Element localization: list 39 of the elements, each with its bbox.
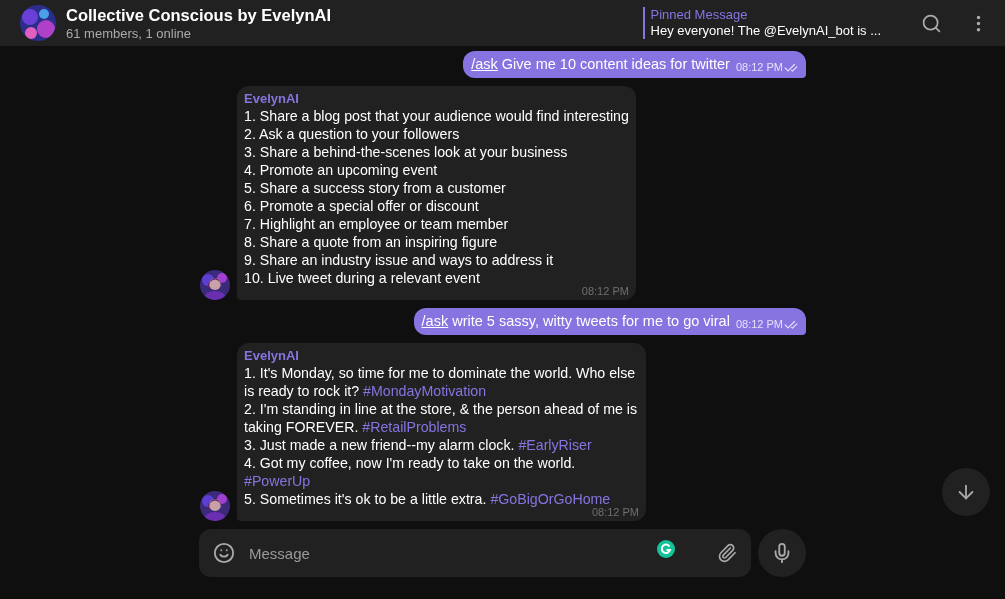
message-line: 7. Highlight an employee or team member xyxy=(244,215,510,233)
sender-name: EvelynAI xyxy=(244,91,300,107)
message-field[interactable]: Message xyxy=(199,529,751,577)
message-line: 3. Just made a new friend--my alarm clock. #EarlyRiser xyxy=(244,436,593,454)
message-line: 9. Share an industry issue and ways to address it xyxy=(244,251,555,269)
message-time: 08:12 PM xyxy=(581,285,629,298)
avatar xyxy=(200,270,230,300)
message-line: 3. Share a behind-the-scenes look at your business xyxy=(244,143,569,161)
hashtag-link[interactable]: #PowerUp xyxy=(244,473,311,489)
message-line: 10. Live tweet during a relevant event xyxy=(244,269,481,287)
message-line: 4. Promote an upcoming event xyxy=(244,161,439,179)
emoji-icon[interactable] xyxy=(213,542,235,564)
message-line: 1. It's Monday, so time for me to dominate the world. Who else is ready to rock it? #MondayMotivation xyxy=(244,364,637,400)
outgoing-message: /ask write 5 sassy, witty tweets for me to go viral 08:12 PM xyxy=(413,308,806,335)
outgoing-message: /ask Give me 10 content ideas for twitter 08:12 PM xyxy=(463,51,806,78)
message-line: 4. Got my coffee, now I'm ready to take on the world. #PowerUp xyxy=(244,454,577,490)
message-line: 6. Promote a special offer or discount xyxy=(244,197,480,215)
hashtag-link[interactable]: #EarlyRiser xyxy=(518,437,592,453)
member-count: 61 members, 1 online xyxy=(66,24,192,42)
message-line: 5. Sometimes it's ok to be a little extra. #GoBigOrGoHome xyxy=(244,490,612,508)
message-line: 5. Share a success story from a customer xyxy=(244,179,507,197)
hashtag-link[interactable]: #RetailProblems xyxy=(362,419,467,435)
message-input[interactable]: Message xyxy=(247,543,645,563)
message-line: 8. Share a quote from an inspiring figure xyxy=(244,233,499,251)
message-line: 2. I'm standing in line at the store, & the person ahead of me is taking FOREVER. #RetailProblems xyxy=(244,400,639,436)
attach-icon[interactable] xyxy=(717,543,737,563)
scroll-down-button[interactable] xyxy=(942,468,990,516)
grammarly-icon[interactable] xyxy=(657,540,675,558)
hashtag-link[interactable]: #GoBigOrGoHome xyxy=(490,491,611,507)
sender-name: EvelynAI xyxy=(244,348,300,364)
message-time: 08:12 PM xyxy=(591,506,639,519)
message-line: 1. Share a blog post that your audience would find interesting xyxy=(244,107,629,125)
chat-title: Collective Conscious by EvelynAI xyxy=(66,4,332,25)
pinned-message[interactable]: Pinned Message Hey everyone! The @EvelynAI_bot is ... xyxy=(642,7,881,39)
hashtag-link[interactable]: #MondayMotivation xyxy=(363,383,487,399)
microphone-button[interactable] xyxy=(758,529,806,577)
message-line: 2. Ask a question to your followers xyxy=(244,125,461,143)
avatar xyxy=(200,491,230,521)
group-avatar[interactable] xyxy=(20,5,56,41)
